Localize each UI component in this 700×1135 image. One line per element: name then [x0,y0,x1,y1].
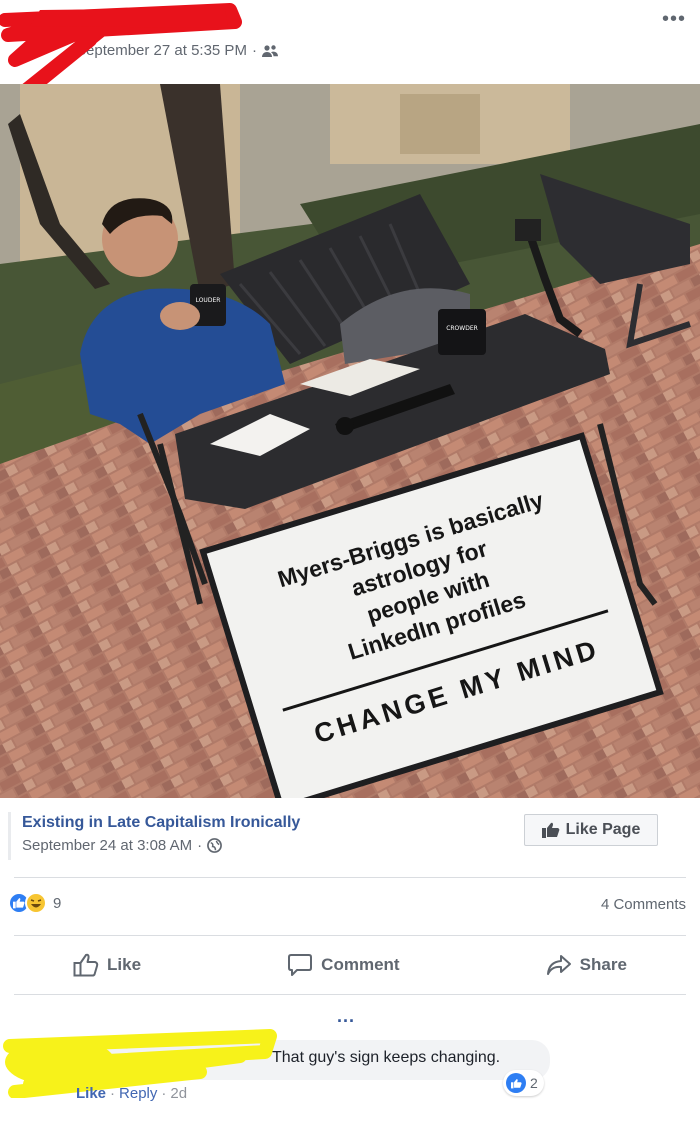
page-name-link[interactable]: Existing in Late Capitalism Ironically [22,814,300,832]
more-horizontal-icon[interactable]: ••• [662,8,686,31]
view-more-comments[interactable]: ... [337,1006,355,1027]
comment-reactions[interactable]: 2 [503,1070,544,1096]
share-button[interactable]: Share [546,953,627,977]
friends-icon [261,44,278,57]
like-button[interactable]: Like [73,953,141,977]
comment-label: Comment [321,955,400,974]
svg-text:CROWDER: CROWDER [446,325,478,332]
mug-text: LOUDER [196,297,221,304]
page-post-meta: September 24 at 3:08 AM · [22,837,223,854]
shared-page-box: Existing in Late Capitalism Ironically S… [0,798,700,876]
comment-reply-link[interactable]: Reply [119,1085,157,1102]
quote-accent [8,812,11,860]
comment-actions: Like · Reply · 2d [76,1085,188,1102]
thumbs-up-icon [541,822,559,838]
reactions-summary[interactable]: 9 [8,892,61,914]
meme-image[interactable]: LOUDER CROWDER Myers-Briggs is basically… [0,84,700,798]
globe-icon [207,838,223,853]
page-post-date[interactable]: September 24 at 3:08 AM [22,837,192,854]
divider [14,877,686,878]
thumbs-up-outline-icon [73,953,99,977]
comment-like-link[interactable]: Like [76,1085,106,1102]
post-action-bar: Like Comment Share [0,944,700,986]
divider [14,935,686,936]
divider [14,994,686,995]
like-page-label: Like Page [565,821,641,838]
share-label: Share [579,955,627,974]
like-reaction-icon [506,1073,526,1093]
comment-button[interactable]: Comment [287,953,400,977]
share-arrow-icon [546,955,571,975]
comment-age[interactable]: 2d [170,1085,187,1102]
comments-count-link[interactable]: 4 Comments [601,896,686,913]
comment-text: That guy's sign keeps changing. [272,1049,501,1066]
comment-bubble-icon [288,954,313,976]
reaction-count: 9 [53,894,62,912]
comment-reaction-count: 2 [530,1075,538,1091]
haha-reaction-icon [25,892,47,914]
like-page-button[interactable]: Like Page [524,814,658,846]
like-label: Like [107,955,142,974]
